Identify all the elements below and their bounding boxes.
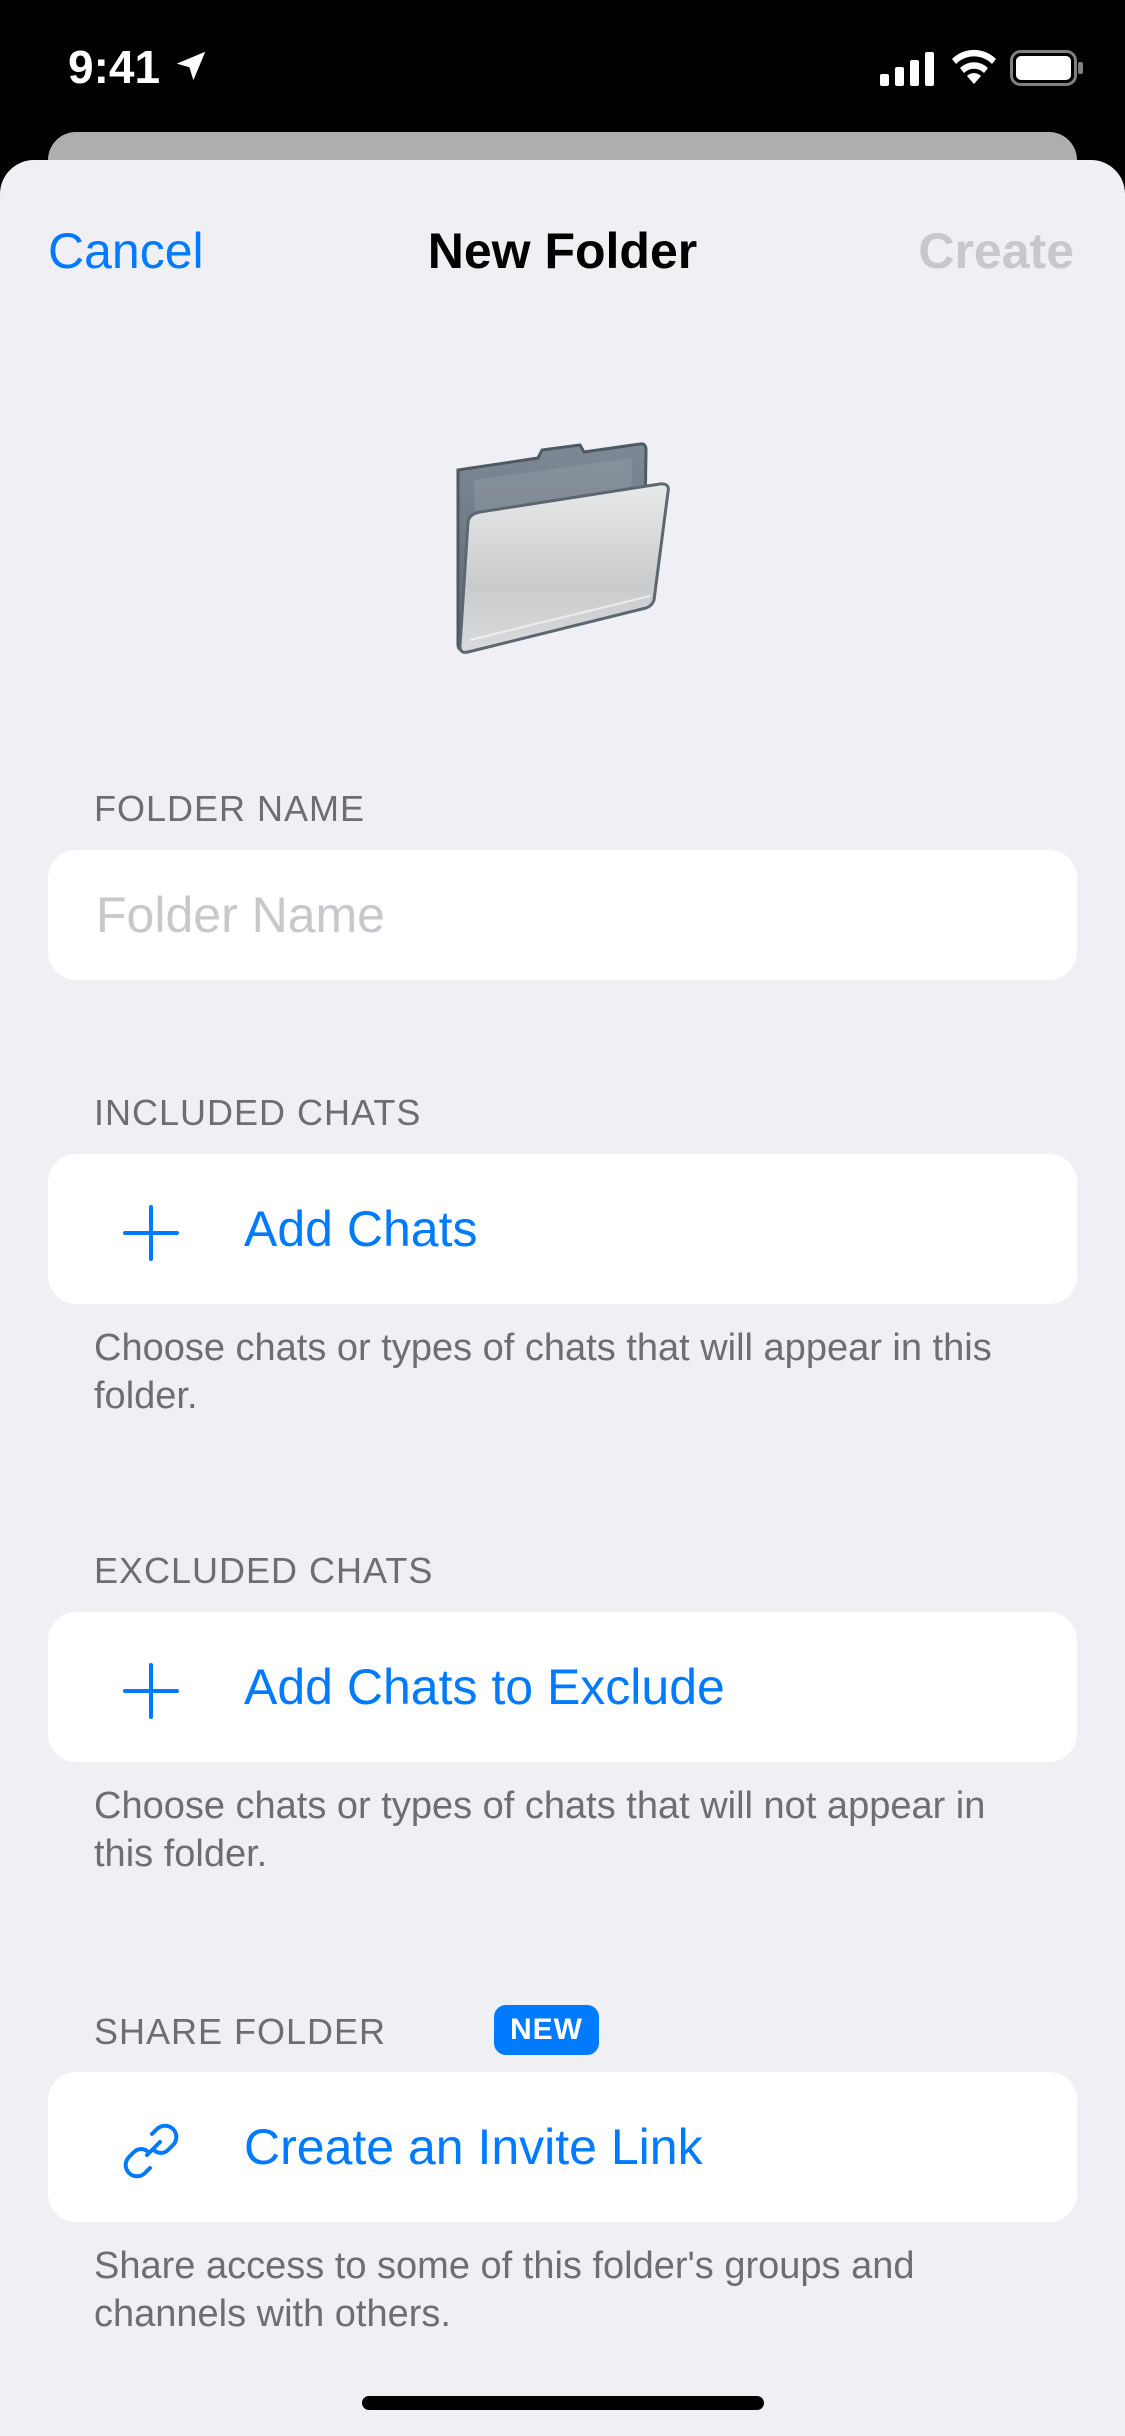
wifi-icon	[952, 49, 996, 84]
cellular-signal-icon	[880, 52, 934, 86]
share-folder-footer: Share access to some of this folder's gr…	[94, 2245, 915, 2335]
status-time: 9:41	[68, 41, 161, 93]
battery-icon	[1010, 50, 1083, 86]
new-badge: NEW	[494, 2005, 599, 2055]
excluded-chats-header: EXCLUDED CHATS	[94, 1550, 434, 1591]
folder-name-header: FOLDER NAME	[94, 788, 366, 829]
plus-icon	[123, 1663, 179, 1719]
included-chats-header: INCLUDED CHATS	[94, 1092, 422, 1133]
share-folder-header: SHARE FOLDER	[94, 2011, 387, 2052]
add-chats-to-exclude-row[interactable]: Add Chats to Exclude	[48, 1612, 1077, 1762]
home-indicator[interactable]	[362, 2396, 764, 2410]
folder-name-input[interactable]	[96, 850, 1056, 980]
add-chats-to-exclude-label: Add Chats to Exclude	[244, 1659, 725, 1715]
create-invite-link-row[interactable]: Create an Invite Link	[48, 2072, 1077, 2222]
screen: 9:41 Cancel New Folder Create FOLDER NAM…	[0, 0, 1125, 2436]
plus-icon	[123, 1205, 179, 1261]
included-chats-footer: Choose chats or types of chats that will…	[94, 1327, 992, 1417]
folder-name-card	[48, 850, 1077, 980]
create-button[interactable]: Create	[918, 222, 1074, 280]
link-icon	[123, 2123, 179, 2179]
location-arrow-icon	[176, 51, 206, 81]
create-invite-link-label: Create an Invite Link	[244, 2119, 703, 2175]
navigation-bar: Cancel New Folder Create	[0, 160, 1125, 330]
add-chats-label: Add Chats	[244, 1201, 478, 1257]
status-bar: 9:41	[0, 0, 1125, 132]
new-folder-sheet: Cancel New Folder Create FOLDER NAME Fol…	[0, 160, 1125, 2436]
share-folder-header-row: SHARE FOLDER NEW	[94, 2005, 614, 2055]
excluded-chats-footer: Choose chats or types of chats that will…	[94, 1785, 986, 1875]
add-chats-row[interactable]: Add Chats	[48, 1154, 1077, 1304]
folder-icon	[456, 442, 670, 654]
